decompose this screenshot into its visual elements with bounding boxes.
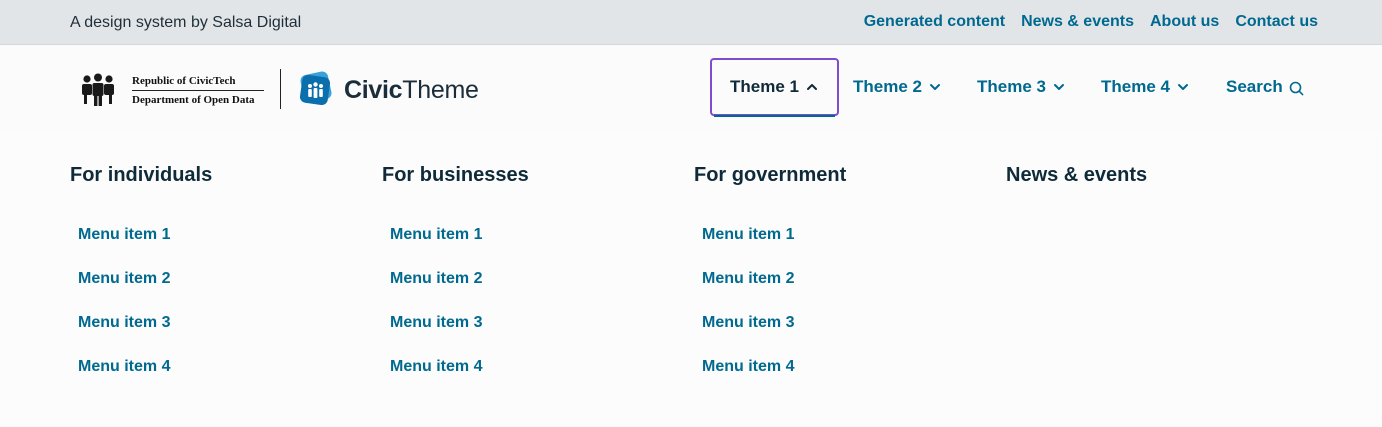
site-header: Republic of CivicTech Department of Open… (0, 45, 1382, 131)
top-utility-bar: A design system by Salsa Digital Generat… (0, 0, 1382, 45)
nav-theme-4[interactable]: Theme 4 (1101, 58, 1190, 116)
column-title: For government (694, 164, 847, 186)
search-label: Search (1226, 77, 1283, 96)
menu-link[interactable]: Menu item 3 (390, 314, 482, 331)
nav-theme-4-label: Theme 4 (1101, 77, 1170, 96)
menu-column-news-events: News & events (1006, 163, 1306, 187)
menu-link[interactable]: Menu item 4 (390, 358, 482, 375)
chevron-down-icon (929, 84, 940, 90)
list-item: Menu item 2 (390, 269, 682, 313)
list-item: Menu item 4 (78, 357, 370, 401)
secondary-nav: Generated content News & events About us… (864, 12, 1318, 32)
menu-list: Menu item 1 Menu item 2 Menu item 3 Menu… (694, 225, 994, 401)
search-button[interactable]: Search (1226, 58, 1304, 116)
column-title: For businesses (382, 164, 529, 186)
menu-link[interactable]: Menu item 1 (702, 226, 794, 243)
menu-column-government: For government Menu item 1 Menu item 2 M… (694, 163, 994, 401)
menu-link[interactable]: Menu item 3 (78, 314, 170, 331)
menu-link[interactable]: Menu item 1 (78, 226, 170, 243)
menu-link[interactable]: Menu item 3 (702, 314, 794, 331)
list-item: Menu item 2 (702, 269, 994, 313)
list-item: Menu item 4 (390, 357, 682, 401)
site-tagline: A design system by Salsa Digital (70, 14, 302, 31)
nav-theme-2-label: Theme 2 (853, 77, 922, 96)
primary-nav: Theme 1 Theme 2 Theme 3 Theme 4 Search (0, 45, 1382, 131)
list-item: Menu item 1 (390, 225, 682, 269)
nav-theme-1[interactable]: Theme 1 (710, 58, 839, 117)
nav-theme-3[interactable]: Theme 3 (977, 58, 1066, 116)
menu-column-individuals: For individuals Menu item 1 Menu item 2 … (70, 163, 370, 401)
menu-link[interactable]: Menu item 2 (78, 270, 170, 287)
list-item: Menu item 3 (390, 313, 682, 357)
nav-theme-2[interactable]: Theme 2 (853, 58, 942, 116)
list-item: Menu item 1 (78, 225, 370, 269)
link-contact-us[interactable]: Contact us (1235, 12, 1318, 32)
nav-theme-1-label: Theme 1 (730, 77, 799, 96)
mega-menu-panel: For individuals Menu item 1 Menu item 2 … (0, 131, 1382, 427)
search-icon (1289, 81, 1304, 96)
nav-theme-3-label: Theme 3 (977, 77, 1046, 96)
column-title: For individuals (70, 164, 213, 186)
list-item: Menu item 3 (702, 313, 994, 357)
menu-link[interactable]: Menu item 4 (702, 358, 794, 375)
chevron-down-icon (1053, 84, 1064, 90)
menu-column-businesses: For businesses Menu item 1 Menu item 2 M… (382, 163, 682, 401)
menu-link[interactable]: Menu item 4 (78, 358, 170, 375)
menu-link[interactable]: Menu item 2 (390, 270, 482, 287)
link-about-us[interactable]: About us (1150, 12, 1219, 32)
menu-list: Menu item 1 Menu item 2 Menu item 3 Menu… (70, 225, 370, 401)
list-item: Menu item 2 (78, 269, 370, 313)
chevron-up-icon (806, 84, 817, 90)
menu-list: Menu item 1 Menu item 2 Menu item 3 Menu… (382, 225, 682, 401)
list-item: Menu item 1 (702, 225, 994, 269)
list-item: Menu item 4 (702, 357, 994, 401)
column-title: News & events (1006, 164, 1148, 186)
menu-link[interactable]: Menu item 2 (702, 270, 794, 287)
list-item: Menu item 3 (78, 313, 370, 357)
link-generated-content[interactable]: Generated content (864, 12, 1005, 32)
chevron-down-icon (1177, 84, 1188, 90)
link-news-events[interactable]: News & events (1021, 12, 1134, 32)
menu-link[interactable]: Menu item 1 (390, 226, 482, 243)
